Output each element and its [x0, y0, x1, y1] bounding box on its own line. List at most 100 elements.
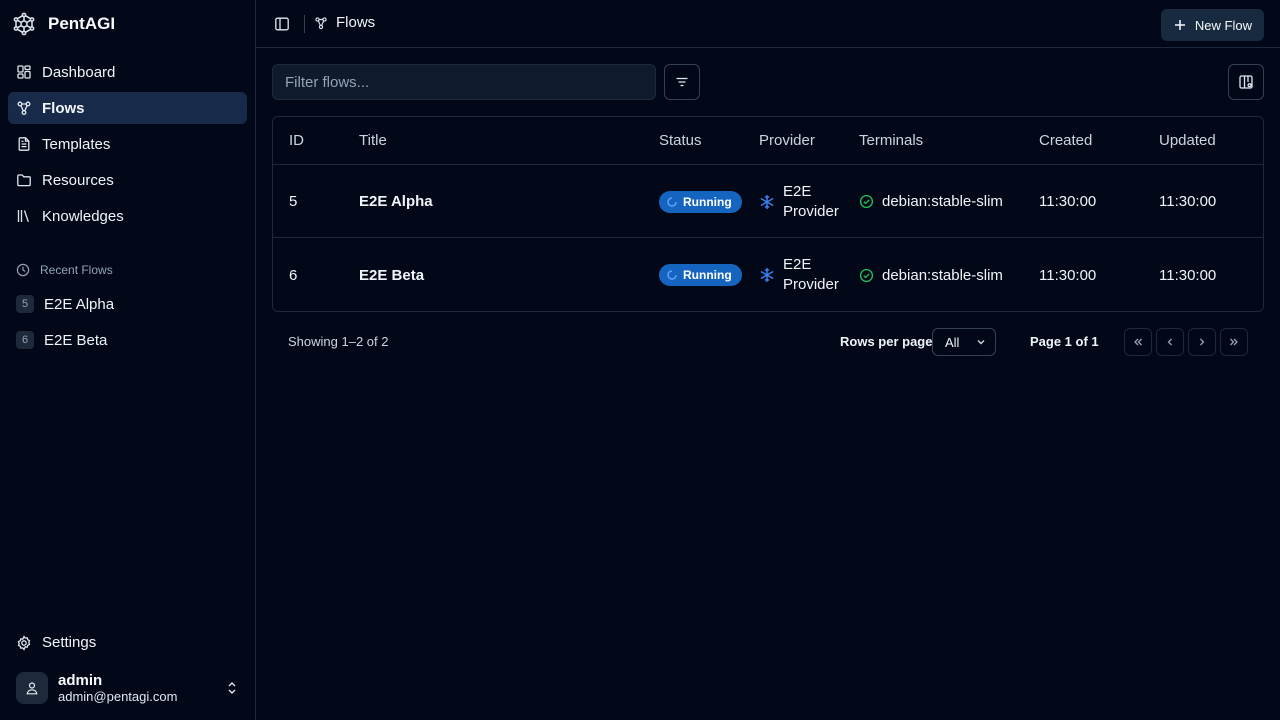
provider-name-line1: E2E	[783, 182, 812, 200]
rows-per-page-select[interactable]: All	[932, 328, 996, 356]
column-header-updated[interactable]: Updated	[1159, 117, 1216, 164]
chevron-left-icon	[1164, 336, 1176, 348]
header-divider	[304, 15, 305, 33]
rows-per-page-label: Rows per page	[840, 334, 933, 349]
check-circle-icon	[859, 194, 874, 209]
sidebar-item-dashboard[interactable]: Dashboard	[8, 56, 247, 88]
new-flow-label: New Flow	[1194, 17, 1252, 33]
recent-flow-item[interactable]: 6 E2E Beta	[8, 324, 247, 356]
terminals-cell: debian:stable-slim	[859, 166, 1003, 237]
terminals-cell: debian:stable-slim	[859, 239, 1003, 311]
status-cell: Running	[659, 239, 742, 311]
filter-flows-input[interactable]	[272, 64, 656, 100]
loader-icon	[667, 270, 677, 280]
column-settings-button[interactable]	[1228, 64, 1264, 100]
table-row[interactable]: 5 E2E Alpha Running E2E Provider debian:…	[273, 166, 1263, 238]
column-header-title[interactable]: Title	[359, 117, 387, 164]
provider-name-line2: Provider	[783, 276, 839, 293]
sidebar-item-knowledges[interactable]: Knowledges	[8, 200, 247, 232]
user-email: admin@pentagi.com	[58, 688, 178, 704]
flow-title: E2E Beta	[359, 266, 425, 284]
app-name: PentAGI	[48, 14, 116, 33]
rows-per-page-value: All	[945, 334, 960, 350]
file-text-icon	[16, 136, 32, 152]
sidebar-nav: Dashboard Flows Templates Resources Know…	[8, 56, 247, 236]
chevron-right-icon	[1196, 336, 1208, 348]
recent-flow-label: E2E Alpha	[44, 295, 115, 313]
showing-count: Showing 1–2 of 2	[288, 334, 389, 349]
filter-lines-icon	[674, 74, 690, 90]
created-time: 11:30:00	[1039, 193, 1097, 210]
brand[interactable]: PentAGI	[12, 12, 115, 36]
column-header-provider[interactable]: Provider	[759, 117, 815, 164]
column-header-created[interactable]: Created	[1039, 117, 1092, 164]
filter-options-button[interactable]	[664, 64, 700, 100]
table-header-row: ID Title Status Provider Terminals Creat…	[273, 117, 1263, 165]
recent-flow-id: 6	[16, 331, 34, 349]
check-circle-icon	[859, 268, 874, 283]
new-flow-button[interactable]: New Flow	[1160, 9, 1264, 41]
recent-flow-item[interactable]: 5 E2E Alpha	[8, 288, 247, 320]
recent-flow-id: 5	[16, 295, 34, 313]
created-time: 11:30:00	[1039, 266, 1097, 284]
provider-name: E2E Provider	[783, 182, 843, 222]
history-icon	[16, 263, 30, 277]
next-page-button[interactable]	[1188, 328, 1216, 356]
terminal-name: debian:stable-slim	[882, 266, 1003, 284]
status-badge: Running	[659, 264, 742, 286]
avatar	[16, 672, 48, 704]
pentagi-logo-icon	[12, 12, 36, 36]
folder-icon	[16, 172, 32, 188]
recent-flows-heading: Recent Flows	[16, 263, 113, 277]
sidebar-item-label: Templates	[42, 135, 111, 153]
flow-id: 5	[289, 193, 298, 210]
status-badge: Running	[659, 190, 742, 213]
chevrons-up-down-icon	[225, 681, 239, 695]
recent-flows-label: Recent Flows	[40, 263, 113, 277]
sidebar: PentAGI Dashboard Flows Templates Resour…	[0, 0, 256, 720]
settings-label: Settings	[42, 634, 97, 651]
chevrons-right-icon	[1228, 336, 1240, 348]
provider-cell: E2E Provider	[759, 239, 843, 311]
gear-icon	[16, 634, 32, 651]
flows-table: ID Title Status Provider Terminals Creat…	[272, 116, 1264, 312]
breadcrumb-current: Flows	[336, 14, 376, 31]
column-header-id[interactable]: ID	[289, 117, 304, 164]
previous-page-button[interactable]	[1156, 328, 1184, 356]
sidebar-item-templates[interactable]: Templates	[8, 128, 247, 160]
provider-cell: E2E Provider	[759, 166, 843, 237]
breadcrumb: Flows	[314, 14, 375, 31]
column-header-terminals[interactable]: Terminals	[859, 117, 923, 164]
chevron-down-icon	[975, 336, 987, 348]
status-cell: Running	[659, 166, 742, 237]
sidebar-item-label: Knowledges	[42, 207, 124, 225]
user-menu[interactable]: admin admin@pentagi.com	[8, 664, 247, 712]
status-label: Running	[683, 194, 732, 209]
sidebar-item-flows[interactable]: Flows	[8, 92, 247, 124]
recent-flow-label: E2E Beta	[44, 331, 108, 349]
plus-icon	[1173, 18, 1187, 32]
table-row[interactable]: 6 E2E Beta Running E2E Provider debian:s…	[273, 239, 1263, 311]
sidebar-toggle-button[interactable]	[272, 14, 292, 34]
terminal-name: debian:stable-slim	[882, 193, 1003, 210]
dashboard-icon	[16, 64, 32, 80]
sidebar-item-label: Flows	[42, 99, 85, 117]
provider-name-line2: Provider	[783, 202, 839, 220]
sidebar-item-settings[interactable]: Settings	[16, 634, 96, 651]
provider-name: E2E Provider	[783, 255, 843, 295]
column-header-status[interactable]: Status	[659, 117, 702, 164]
library-icon	[16, 208, 32, 224]
page-info: Page 1 of 1	[1030, 334, 1099, 349]
recent-flows-list: 5 E2E Alpha 6 E2E Beta	[8, 288, 247, 360]
last-page-button[interactable]	[1220, 328, 1248, 356]
sidebar-item-label: Resources	[42, 171, 114, 189]
user-name: admin	[58, 671, 103, 689]
user-info: admin admin@pentagi.com	[58, 672, 215, 705]
sidebar-item-label: Dashboard	[42, 63, 116, 81]
sidebar-item-resources[interactable]: Resources	[8, 164, 247, 196]
workflow-icon	[314, 16, 328, 30]
status-label: Running	[683, 268, 732, 282]
columns-settings-icon	[1238, 74, 1254, 90]
snowflake-icon	[759, 267, 775, 283]
first-page-button[interactable]	[1124, 328, 1152, 356]
